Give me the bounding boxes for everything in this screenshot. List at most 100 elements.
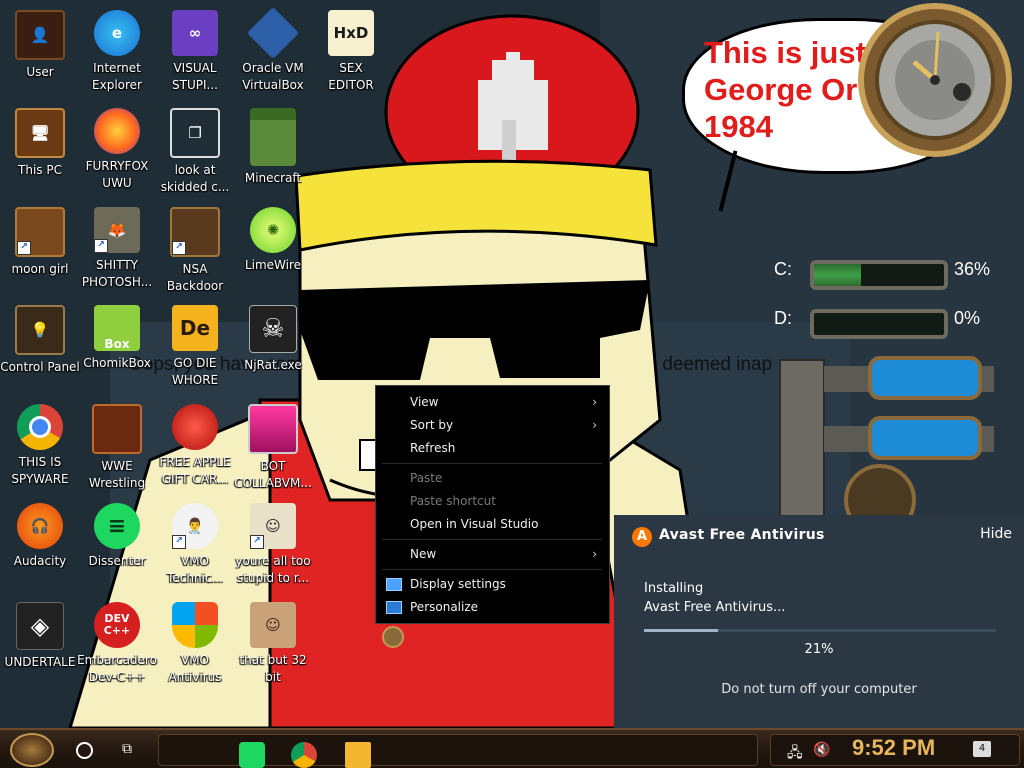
desktop-icon-this-pc[interactable]: 🖥 This PC [0,108,80,179]
taskbar-clock[interactable]: 9:52 PM [852,735,935,761]
desktop-icon-devcpp[interactable]: DEV C++ Embarcadero Dev-C++ [77,602,157,686]
desktop-icon-label: youre all too stupid to r... [235,554,311,585]
desktop-icon-photoshop[interactable]: 🦊 ↗ SHITTY PHOTOSH... [77,207,157,291]
install-progress-fill [644,629,718,632]
copy-icon: ❐ [170,108,220,158]
desktop-icon-label: WWE Wrestling [88,459,146,490]
desktop-icon-skidded[interactable]: ❐ look at skidded c... [155,108,235,196]
menu-item-display-settings[interactable]: Display settings [376,573,609,595]
desktop-icon-bot-collabvm[interactable]: BOT COLLABVM... [233,404,313,492]
desktop-icon-user[interactable]: 👤 User [0,10,80,81]
steampunk-box-icon: ↗ [170,207,220,257]
desktop-icon-label: User [26,65,54,79]
menu-separator [382,463,602,464]
volume-muted-icon[interactable]: 🔇 [813,742,830,758]
taskbar-app-spotify-icon[interactable] [239,742,265,768]
menu-item-open-in-visual-studio[interactable]: Open in Visual Studio [376,513,609,535]
desktop-icon-moon-girl[interactable]: ↗ moon girl [0,207,80,278]
notification-center-icon[interactable]: 4 [973,741,991,757]
desktop-icon-visual-studio[interactable]: ∞ VISUAL STUPI... [155,10,235,94]
menu-item-new[interactable]: New › [376,543,609,565]
drive-gauge-label: C: [774,259,792,279]
menu-item-label: Refresh [410,441,456,455]
apple-icon [172,404,218,450]
desktop-icon-stupid[interactable]: ☺ ↗ youre all too stupid to r... [233,503,313,587]
desktop-icon-vmo-antivirus[interactable]: VMO Antivirus [155,602,235,686]
audacity-icon: 🎧 [17,503,63,549]
desktop-icon-32bit[interactable]: ☺ that but 32 bit [233,602,313,686]
desktop-icon-label: LimeWire [244,258,302,272]
task-view-icon[interactable]: ⧉ [122,741,138,757]
menu-item-personalize[interactable]: Personalize [376,596,609,618]
this-pc-icon: 🖥 [15,108,65,158]
drive-gauge-percent: 36% [954,259,991,279]
drive-gauge-bar [810,260,948,290]
menu-separator [382,539,602,540]
desktop-icon-dissenter[interactable]: ≡ Dissenter [77,503,157,570]
desktop-icon-chomikbox[interactable]: Box ChomikBox [77,305,157,372]
desktop-icon-undertale[interactable]: ◈ UNDERTALE [0,602,80,671]
doctor-icon: 👨‍⚕️ ↗ [172,503,218,549]
taskbar-app-chrome-icon[interactable] [291,742,317,768]
desktop-icon-control-panel[interactable]: 💡 Control Panel [0,305,80,376]
desktop-icon-sex-editor[interactable]: HxD SEX EDITOR [311,10,391,94]
desktop-icon-apple-gift[interactable]: FREE APPLE GIFT CAR... [155,404,235,488]
desktop-icon-go-die[interactable]: De GO DIE WHORE [155,305,235,389]
start-button[interactable] [10,733,54,767]
desktop-icon-nsa-backdoor[interactable]: ↗ NSA Backdoor [155,207,235,295]
desktop-icon-label: UNDERTALE [4,655,76,669]
desktop-icon-furryfox[interactable]: FURRYFOX UWU [77,108,157,192]
desktop-icon-label: Oracle VM VirtualBox [242,61,304,92]
taskbar-app-file-explorer-icon[interactable] [345,742,371,768]
menu-item-label: Sort by [410,418,454,432]
desktop-icon-label: Embarcadero Dev-C++ [77,653,157,684]
hide-button[interactable]: Hide [980,526,1012,542]
user-folder-icon: 👤 [15,10,65,60]
menu-item-label: Paste shortcut [410,494,496,508]
monitor-icon [248,404,298,454]
desktop-icon-audacity[interactable]: 🎧 Audacity [0,503,80,570]
menu-item-sort-by[interactable]: Sort by › [376,414,609,436]
drive-gauge-percent: 0% [954,308,981,328]
minecraft-icon [250,108,296,166]
desktop-icon-vmo-technic[interactable]: 👨‍⚕️ ↗ VMO Technic... [155,503,235,587]
desktop-icon-label: Internet Explorer [92,61,142,92]
desktop-icon-spyware[interactable]: THIS IS SPYWARE [0,404,80,488]
desktop-icon-label: Control Panel [0,360,80,374]
network-icon[interactable]: 🖧 [787,742,803,766]
desktop-icon-label: GO DIE WHORE [171,356,219,387]
desktop-icon-label: NSA Backdoor [166,262,224,293]
desktop-icon-label: FREE APPLE GIFT CAR... [159,455,231,486]
desktop-icon-minecraft[interactable]: Minecraft [233,108,313,187]
desktop-icon-internet-explorer[interactable]: e Internet Explorer [77,10,157,94]
desktop-icon-label: This PC [18,163,62,177]
drive-gauge-c: C: 36% [744,254,1000,290]
menu-item-label: Paste [410,471,443,485]
menu-item-paste[interactable]: Paste [376,467,609,489]
shield-icon [172,602,218,648]
taskbar-app-area [158,734,758,768]
menu-item-view[interactable]: View › [376,391,609,413]
install-progress-bar [644,629,996,632]
menu-item-refresh[interactable]: Refresh [376,437,609,459]
desktop-icon-label: VISUAL STUPI... [172,61,218,92]
desktop-icon-label: SHITTY PHOTOSH... [81,258,153,289]
portrait2-icon: ☺ [250,602,296,648]
search-icon[interactable] [76,742,93,759]
personalize-icon [386,601,402,614]
desktop-icon-wwe[interactable]: WWE Wrestling [77,404,157,492]
menu-item-label: New [410,547,437,561]
oven-icon [92,404,142,454]
desktop-icon-njrat[interactable]: ☠ NjRat.exe [233,305,313,374]
drive-gauge-d: D: 0% [744,303,1000,339]
gimp-icon: 🦊 ↗ [94,207,140,253]
desktop-icon-label: Audacity [13,554,67,568]
unity-icon: ◈ [16,602,64,650]
menu-item-paste-shortcut[interactable]: Paste shortcut [376,490,609,512]
desktop-icon-label: SEX EDITOR [328,61,374,92]
desktop-icon-limewire[interactable]: ✺ LimeWire [233,207,313,274]
desktop-icon-label: NjRat.exe [244,358,302,372]
desktop-icon-virtualbox[interactable]: Oracle VM VirtualBox [233,6,313,94]
drive-gauge-fill [814,264,861,286]
visual-studio-icon: ∞ [172,10,218,56]
